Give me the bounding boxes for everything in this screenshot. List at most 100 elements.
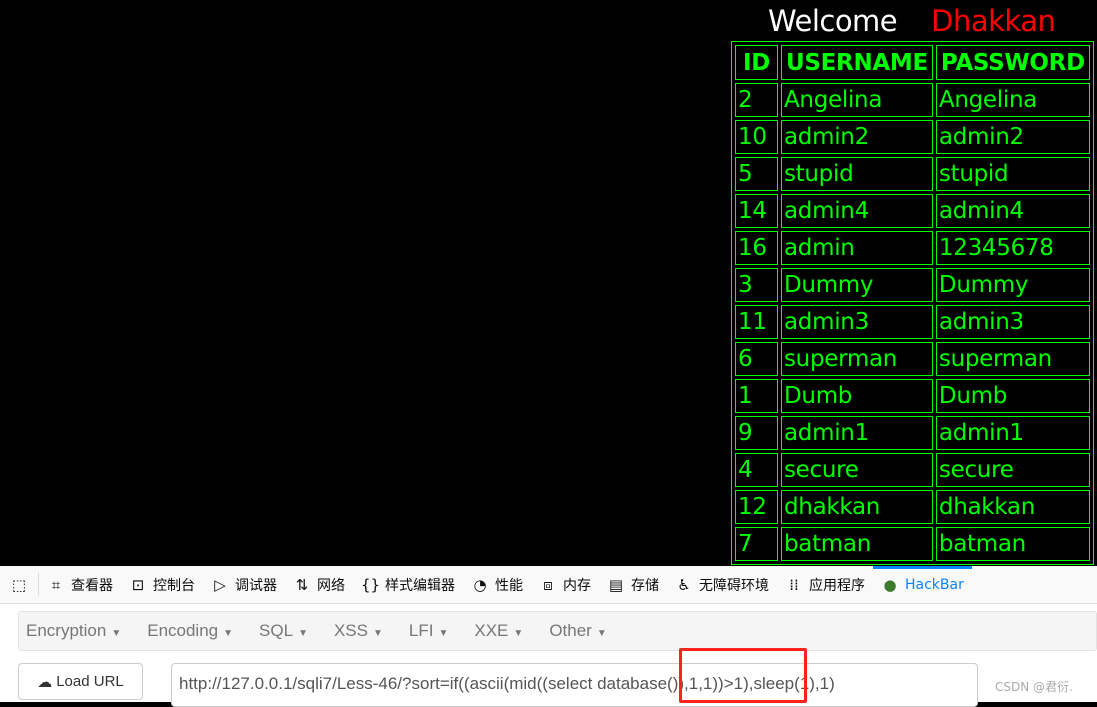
table-row: 7 batman batman xyxy=(735,527,1090,561)
table-cell: 14 xyxy=(735,194,778,228)
devtools-tab-8[interactable]: ♿ 无障碍环境 xyxy=(667,566,777,603)
devtools-tab-5[interactable]: ◔ 性能 xyxy=(463,566,531,603)
menu-encoding[interactable]: Encoding ▼ xyxy=(147,621,245,641)
menu-label: SQL xyxy=(259,621,294,640)
page-content: Welcome Dhakkan ID USERNAME PASSWORD 2 Angeli… xyxy=(0,0,1097,566)
users-table: ID USERNAME PASSWORD 2 Angelina Angelina 10 adm… xyxy=(731,41,1094,565)
menu-label: LFI xyxy=(408,621,434,640)
debugger-icon: ▷ xyxy=(214,575,226,594)
tab-label: 存储 xyxy=(631,577,659,594)
caret-down-icon: ▼ xyxy=(438,628,449,639)
tab-label: 无障碍环境 xyxy=(699,577,769,594)
menu-xss[interactable]: XSS ▼ xyxy=(334,621,395,641)
table-cell: 3 xyxy=(735,268,778,302)
storage-icon: ▤ xyxy=(608,575,624,594)
devtools-tab-3[interactable]: ⇅ 网络 xyxy=(285,566,353,603)
table-row: 16 admin 12345678 xyxy=(735,231,1090,265)
table-cell: admin2 xyxy=(935,120,1090,154)
menu-encryption[interactable]: Encryption ▼ xyxy=(26,621,133,641)
table-row: 10 admin2 admin2 xyxy=(735,120,1090,154)
table-cell: stupid xyxy=(935,157,1090,191)
tab-label: 应用程序 xyxy=(809,577,865,594)
caret-down-icon: ▼ xyxy=(223,628,234,639)
tab-label: 内存 xyxy=(563,577,591,594)
inspector-icon: ⌗ xyxy=(51,575,61,594)
welcome-text: Welcome Dhakkan xyxy=(768,4,1056,38)
table-cell: admin3 xyxy=(781,305,933,339)
style-editor-icon: {} xyxy=(361,575,381,594)
devtools-tab-0[interactable]: ⌗ 查看器 xyxy=(39,566,121,603)
devtools-tab-4[interactable]: {} 样式编辑器 xyxy=(353,566,463,603)
menu-xxe[interactable]: XXE ▼ xyxy=(474,621,535,641)
element-picker-button[interactable]: ⬚ xyxy=(0,573,39,596)
table-row: 1 Dumb Dumb xyxy=(735,379,1090,413)
hackbar-panel: Encryption ▼ Encoding ▼ SQL ▼ XSS ▼ LFI ▼ XXE ▼ Othe… xyxy=(0,604,1097,707)
table-cell: 5 xyxy=(735,157,778,191)
table-cell: admin4 xyxy=(935,194,1090,228)
devtools-tab-6[interactable]: ⧈ 内存 xyxy=(531,566,599,603)
table-row: 14 admin4 admin4 xyxy=(735,194,1090,228)
table-row: 11 admin3 admin3 xyxy=(735,305,1090,339)
menu-sql[interactable]: SQL ▼ xyxy=(259,621,320,641)
table-cell: 11 xyxy=(735,305,778,339)
cloud-download-icon: ☁ xyxy=(37,673,53,691)
table-cell: Dumb xyxy=(781,379,933,413)
caret-down-icon: ▼ xyxy=(373,628,383,639)
table-cell: 16 xyxy=(735,231,778,265)
table-row: 12 dhakkan dhakkan xyxy=(735,490,1090,524)
table-row: 5 stupid stupid xyxy=(735,157,1090,191)
devtools-tab-9[interactable]: ⁞⁞ 应用程序 xyxy=(777,566,873,603)
table-cell: secure xyxy=(781,453,933,487)
column-header: ID xyxy=(735,45,778,80)
caret-down-icon: ▼ xyxy=(513,628,524,639)
table-cell: batman xyxy=(935,527,1090,561)
tab-label: 调试器 xyxy=(235,577,277,594)
table-cell: Angelina xyxy=(781,83,933,117)
memory-icon: ⧈ xyxy=(543,575,553,594)
table-cell: Dummy xyxy=(935,268,1090,302)
user-name: Dhakkan xyxy=(931,4,1056,38)
menu-other[interactable]: Other ▼ xyxy=(549,621,618,641)
devtools-tab-10[interactable]: ● HackBar xyxy=(873,566,972,603)
menu-label: XSS xyxy=(333,621,368,640)
network-icon: ⇅ xyxy=(295,575,309,594)
table-cell: Dummy xyxy=(781,268,933,302)
table-cell: stupid xyxy=(781,157,933,191)
load-url-label: Load URL xyxy=(56,673,124,690)
application-icon: ⁞⁞ xyxy=(789,575,799,594)
table-cell: dhakkan xyxy=(935,490,1090,524)
url-input[interactable]: http://127.0.0.1/sqli7/Less-46/?sort=if(… xyxy=(171,663,978,707)
hackbar-menu: Encryption ▼ Encoding ▼ SQL ▼ XSS ▼ LFI ▼ XXE ▼ Othe… xyxy=(18,611,1097,651)
tab-label: 控制台 xyxy=(153,577,195,594)
table-cell: 10 xyxy=(735,120,778,154)
devtools-tab-7[interactable]: ▤ 存储 xyxy=(599,566,667,603)
table-cell: 2 xyxy=(735,83,778,117)
table-cell: 4 xyxy=(735,453,778,487)
table-cell: 7 xyxy=(735,527,778,561)
table-cell: admin2 xyxy=(781,120,933,154)
table-cell: admin1 xyxy=(935,416,1090,450)
menu-lfi[interactable]: LFI ▼ xyxy=(409,621,460,641)
devtools-tab-2[interactable]: ▷ 调试器 xyxy=(203,566,285,603)
watermark: CSDN @君衍. xyxy=(995,680,1073,694)
menu-label: XXE xyxy=(474,621,509,640)
table-row: 4 secure secure xyxy=(735,453,1090,487)
performance-icon: ◔ xyxy=(473,575,487,594)
table-cell: superman xyxy=(935,342,1090,376)
column-header: PASSWORD xyxy=(935,45,1090,80)
table-cell: secure xyxy=(935,453,1090,487)
devtools-tab-1[interactable]: ⊡ 控制台 xyxy=(121,566,203,603)
tab-label: 查看器 xyxy=(71,577,113,594)
table-cell: dhakkan xyxy=(781,490,933,524)
table-row: 6 superman superman xyxy=(735,342,1090,376)
table-cell: 12 xyxy=(735,490,778,524)
table-cell: Dumb xyxy=(935,379,1090,413)
table-cell: 6 xyxy=(735,342,778,376)
hackbar-icon: ● xyxy=(883,575,897,594)
caret-down-icon: ▼ xyxy=(298,628,308,639)
table-cell: batman xyxy=(781,527,933,561)
table-cell: admin3 xyxy=(935,305,1090,339)
table-row: 2 Angelina Angelina xyxy=(735,83,1090,117)
devtools-toolbar: ⬚ ⌗ 查看器 ⊡ 控制台 ▷ 调试器 ⇅ 网络 {} 样式编辑器 ◔ 性能 ⧈ 内存 ▤ 存储 ♿ 无障碍环境 ⁞… xyxy=(0,566,1097,604)
load-url-button[interactable]: ☁ Load URL xyxy=(18,663,143,700)
